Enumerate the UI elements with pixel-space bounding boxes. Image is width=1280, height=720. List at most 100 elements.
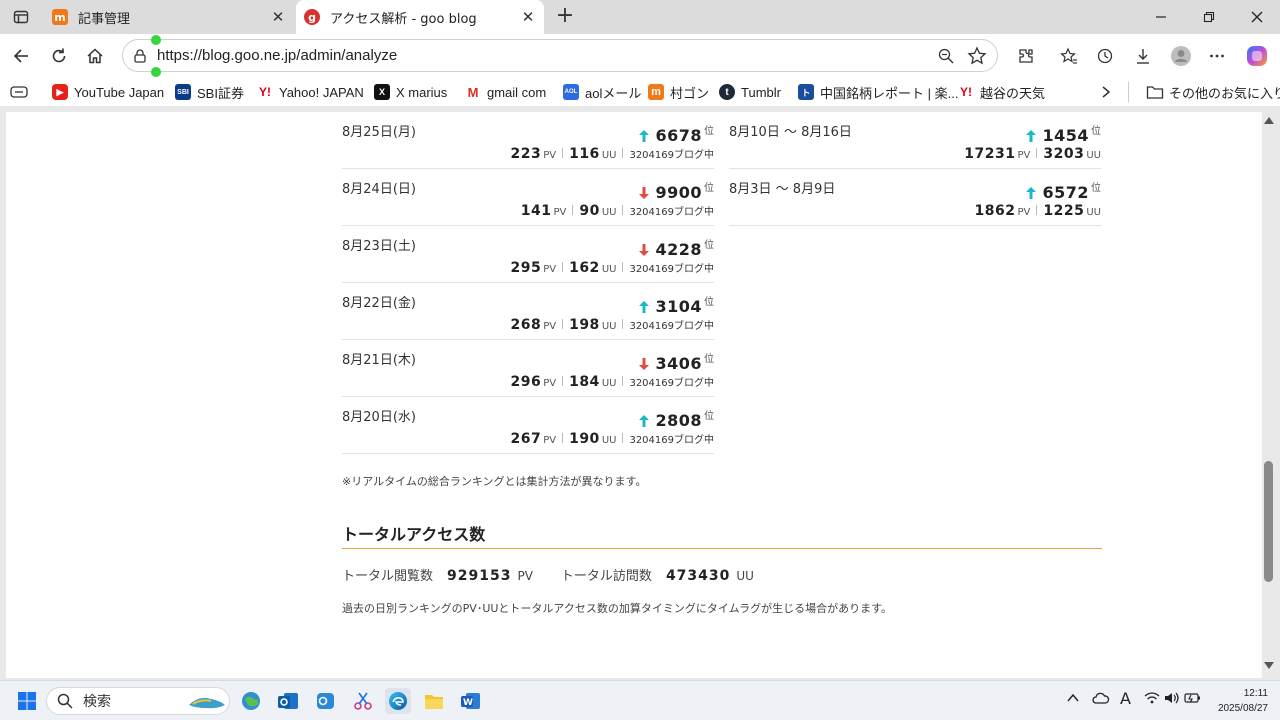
- reading-list-icon[interactable]: [10, 82, 28, 102]
- pv-value: 141: [520, 203, 552, 219]
- tab-access-analysis[interactable]: g アクセス解析 - goo blog ✕: [296, 0, 544, 34]
- chevron-up-icon[interactable]: [1066, 691, 1080, 709]
- rank-block: 9900 位: [639, 179, 714, 202]
- bookmark-youtube[interactable]: ▶ YouTube Japan: [52, 82, 164, 102]
- edge-icon[interactable]: [385, 688, 411, 714]
- close-window-button[interactable]: [1234, 0, 1280, 34]
- navigation-bar: https://blog.goo.ne.jp/admin/analyze: [0, 34, 1280, 78]
- taskbar-search-input[interactable]: 検索: [46, 687, 230, 715]
- ime-mode-icon[interactable]: A: [1120, 689, 1131, 708]
- url-text[interactable]: https://blog.goo.ne.jp/admin/analyze: [157, 47, 397, 64]
- profile-avatar[interactable]: [1166, 42, 1196, 70]
- rank-value: 3104: [655, 297, 702, 316]
- more-menu-icon[interactable]: [1202, 42, 1232, 70]
- bookmark-aol[interactable]: AOL aolメール: [563, 82, 641, 102]
- onedrive-icon[interactable]: [1092, 691, 1110, 709]
- new-tab-button[interactable]: +: [552, 4, 578, 30]
- bookmark-x[interactable]: X X marius: [374, 82, 447, 102]
- address-bar[interactable]: https://blog.goo.ne.jp/admin/analyze: [122, 39, 998, 72]
- copilot-icon[interactable]: [1242, 42, 1272, 70]
- divider: [562, 262, 564, 272]
- svg-text:W: W: [463, 698, 473, 708]
- system-clock[interactable]: 12:11 2025/08/27: [1208, 686, 1268, 716]
- restore-button[interactable]: [1186, 0, 1232, 34]
- rank-block: 2808 位: [639, 407, 714, 430]
- item-date: 8月21日(木): [342, 353, 416, 368]
- scroll-down-icon[interactable]: [1264, 660, 1274, 670]
- item-date: 8月24日(日): [342, 182, 416, 197]
- divider: [562, 148, 564, 158]
- bookmarks-bar: ▶ YouTube Japan SBI SBI証券 Y! Yahoo! JAPA…: [0, 78, 1280, 106]
- pv-value: 267: [510, 431, 542, 447]
- widgets-icon[interactable]: [238, 688, 264, 714]
- list-item: 8月25日(月) 6678 位 223 PV 116 UU 3204169ブログ中: [342, 112, 714, 169]
- bookmark-label: その他のお気に入り: [1169, 85, 1280, 101]
- word-icon[interactable]: W: [458, 688, 484, 714]
- tab-label: アクセス解析 - goo blog: [330, 11, 477, 27]
- history-icon[interactable]: [1090, 42, 1120, 70]
- battery-icon[interactable]: [1184, 691, 1202, 709]
- list-item: 8月23日(土) 4228 位 295 PV 162 UU 3204169ブログ中: [342, 226, 714, 283]
- scroll-up-icon[interactable]: [1264, 116, 1274, 126]
- folder-icon: [1146, 86, 1164, 99]
- rank-unit: 位: [1091, 183, 1101, 194]
- close-tab-icon[interactable]: ✕: [516, 8, 540, 26]
- total-views-value: 929153: [447, 568, 512, 584]
- stats-line: 268 PV 198 UU 3204169ブログ中: [510, 317, 714, 333]
- uu-value: 90: [579, 203, 600, 219]
- tab-article-management[interactable]: m 記事管理 ✕: [44, 0, 294, 34]
- stats-line: 141 PV 90 UU 3204169ブログ中: [521, 203, 714, 219]
- zoom-icon[interactable]: [937, 47, 955, 65]
- bookmark-mura[interactable]: m 村ゴン: [648, 82, 709, 102]
- volume-icon[interactable]: [1164, 691, 1180, 709]
- item-date: 8月23日(土): [342, 239, 416, 254]
- rank-value: 2808: [655, 411, 702, 430]
- divider: [572, 205, 574, 215]
- outlook-icon[interactable]: [275, 688, 301, 714]
- favorites-icon[interactable]: [1054, 42, 1084, 70]
- wifi-icon[interactable]: [1144, 691, 1160, 709]
- bookmark-china-report[interactable]: ト 中国銘柄レポート | 楽...: [798, 82, 958, 102]
- outlook-new-icon[interactable]: [312, 688, 338, 714]
- yahoo-icon: Y!: [960, 85, 972, 99]
- file-explorer-icon[interactable]: [421, 688, 447, 714]
- favorite-star-icon[interactable]: [967, 46, 987, 66]
- windows-start-icon[interactable]: [14, 688, 40, 714]
- minimize-button[interactable]: [1138, 0, 1184, 34]
- site-info-icon[interactable]: [131, 47, 149, 65]
- bookmark-sbi[interactable]: SBI SBI証券: [175, 82, 244, 102]
- goo-m-icon: m: [52, 9, 68, 25]
- bookmark-label: 村ゴン: [670, 85, 710, 101]
- scrollbar-thumb[interactable]: [1264, 461, 1273, 582]
- uu-unit: UU: [601, 321, 617, 332]
- divider: [1036, 205, 1038, 215]
- rank-unit: 位: [704, 183, 714, 194]
- close-tab-icon[interactable]: ✕: [266, 8, 290, 26]
- back-button[interactable]: [6, 42, 36, 70]
- divider: [622, 433, 624, 443]
- clock-time: 12:11: [1243, 688, 1268, 699]
- chevron-right-icon[interactable]: [1100, 82, 1112, 102]
- arrow-up-icon: [1026, 130, 1037, 142]
- uu-value: 190: [569, 431, 600, 447]
- extensions-icon[interactable]: [1011, 42, 1041, 70]
- tab-strip: m 記事管理 ✕ g アクセス解析 - goo blog ✕ +: [0, 0, 1280, 34]
- downloads-icon[interactable]: [1128, 42, 1158, 70]
- snipping-tool-icon[interactable]: [350, 688, 376, 714]
- bookmark-label: gmail com: [487, 84, 547, 100]
- tab-label: 記事管理: [78, 11, 131, 27]
- home-button[interactable]: [80, 42, 110, 70]
- refresh-button[interactable]: [44, 42, 74, 70]
- tab-actions-icon[interactable]: [8, 6, 34, 28]
- bookmark-weather[interactable]: Y! 越谷の天気: [958, 82, 1045, 102]
- divider: [622, 148, 624, 158]
- bookmark-yahoo[interactable]: Y! Yahoo! JAPAN: [257, 82, 364, 102]
- other-favorites[interactable]: その他のお気に入り: [1146, 82, 1280, 102]
- pv-unit: PV: [1017, 207, 1031, 218]
- bookmark-gmail[interactable]: M gmail com: [465, 82, 547, 102]
- search-placeholder: 検索: [83, 694, 111, 710]
- bookmark-label: 越谷の天気: [980, 85, 1046, 101]
- bookmark-tumblr[interactable]: t Tumblr: [719, 82, 781, 102]
- uu-value: 1225: [1043, 203, 1085, 219]
- rank-unit: 位: [704, 240, 714, 251]
